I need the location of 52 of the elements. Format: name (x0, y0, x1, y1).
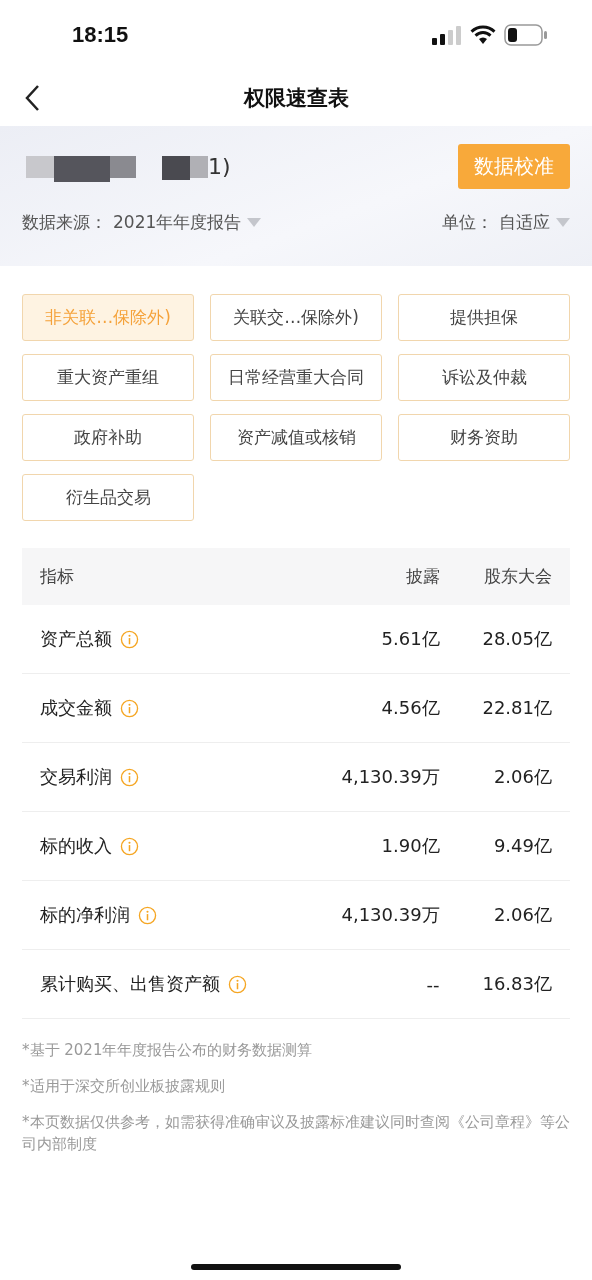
category-tab[interactable]: 日常经营重大合同 (210, 354, 382, 401)
source-label: 数据来源： (22, 211, 107, 234)
disclosure-value: 1.90亿 (381, 835, 440, 856)
metric-name: 标的净利润 (40, 903, 130, 927)
category-tab[interactable]: 关联交…保除外) (210, 294, 382, 341)
wifi-icon (470, 25, 496, 45)
metric-name: 资产总额 (40, 627, 112, 651)
meeting-value: 2.06亿 (493, 766, 552, 787)
info-icon[interactable] (228, 974, 247, 994)
disclosure-value: 4,130.39万 (341, 904, 440, 925)
info-icon[interactable] (120, 767, 139, 787)
column-header: 披露 (405, 566, 440, 586)
metric-name: 标的收入 (40, 834, 112, 858)
company-name: 1) (208, 154, 231, 179)
footnote: *适用于深交所创业板披露规则 (22, 1076, 226, 1097)
disclosure-value: -- (426, 973, 440, 995)
disclosure-value: 4.56亿 (381, 697, 440, 718)
category-tab[interactable]: 提供担保 (398, 294, 570, 341)
metric-name: 交易利润 (40, 765, 112, 789)
category-tab[interactable]: 政府补助 (22, 414, 194, 461)
category-tab[interactable]: 资产减值或核销 (210, 414, 382, 461)
column-header: 指标 (40, 566, 74, 586)
info-icon[interactable] (138, 905, 157, 925)
column-header: 股东大会 (484, 566, 552, 586)
meeting-value: 22.81亿 (482, 697, 552, 718)
battery-icon (504, 24, 548, 46)
metric-name: 累计购买、出售资产额 (40, 972, 220, 996)
caret-icon[interactable] (556, 218, 570, 227)
meeting-value: 16.83亿 (482, 973, 552, 994)
caret-icon[interactable] (247, 218, 262, 227)
unit-label: 单位： (442, 211, 493, 234)
metric-name: 成交金额 (40, 696, 112, 720)
meeting-value: 2.06亿 (493, 904, 552, 925)
info-icon[interactable] (120, 629, 139, 649)
signal-icon (432, 25, 462, 45)
meeting-value: 9.49亿 (493, 835, 552, 856)
info-icon[interactable] (120, 698, 139, 718)
meeting-value: 28.05亿 (482, 628, 552, 649)
category-tab[interactable]: 衍生品交易 (22, 474, 194, 521)
footnote: *基于 2021年年度报告公布的财务数据测算 (22, 1040, 314, 1061)
category-tab[interactable]: 重大资产重组 (22, 354, 194, 401)
back-icon[interactable] (24, 84, 40, 112)
category-tab[interactable]: 财务资助 (398, 414, 570, 461)
info-icon[interactable] (120, 836, 139, 856)
disclosure-value: 4,130.39万 (341, 766, 440, 787)
page-title: 权限速查表 (243, 85, 349, 112)
category-tab[interactable]: 诉讼及仲裁 (398, 354, 570, 401)
status-time: 18:15 (72, 22, 129, 48)
footnote: *本页数据仅供参考，如需获得准确审议及披露标准建议同时查阅《公司章程》等公司内部制度 (22, 1112, 570, 1155)
unit-dropdown[interactable]: 自适应 (499, 211, 550, 234)
source-dropdown[interactable]: 2021年年度报告 (113, 211, 242, 234)
disclosure-value: 5.61亿 (381, 628, 440, 649)
